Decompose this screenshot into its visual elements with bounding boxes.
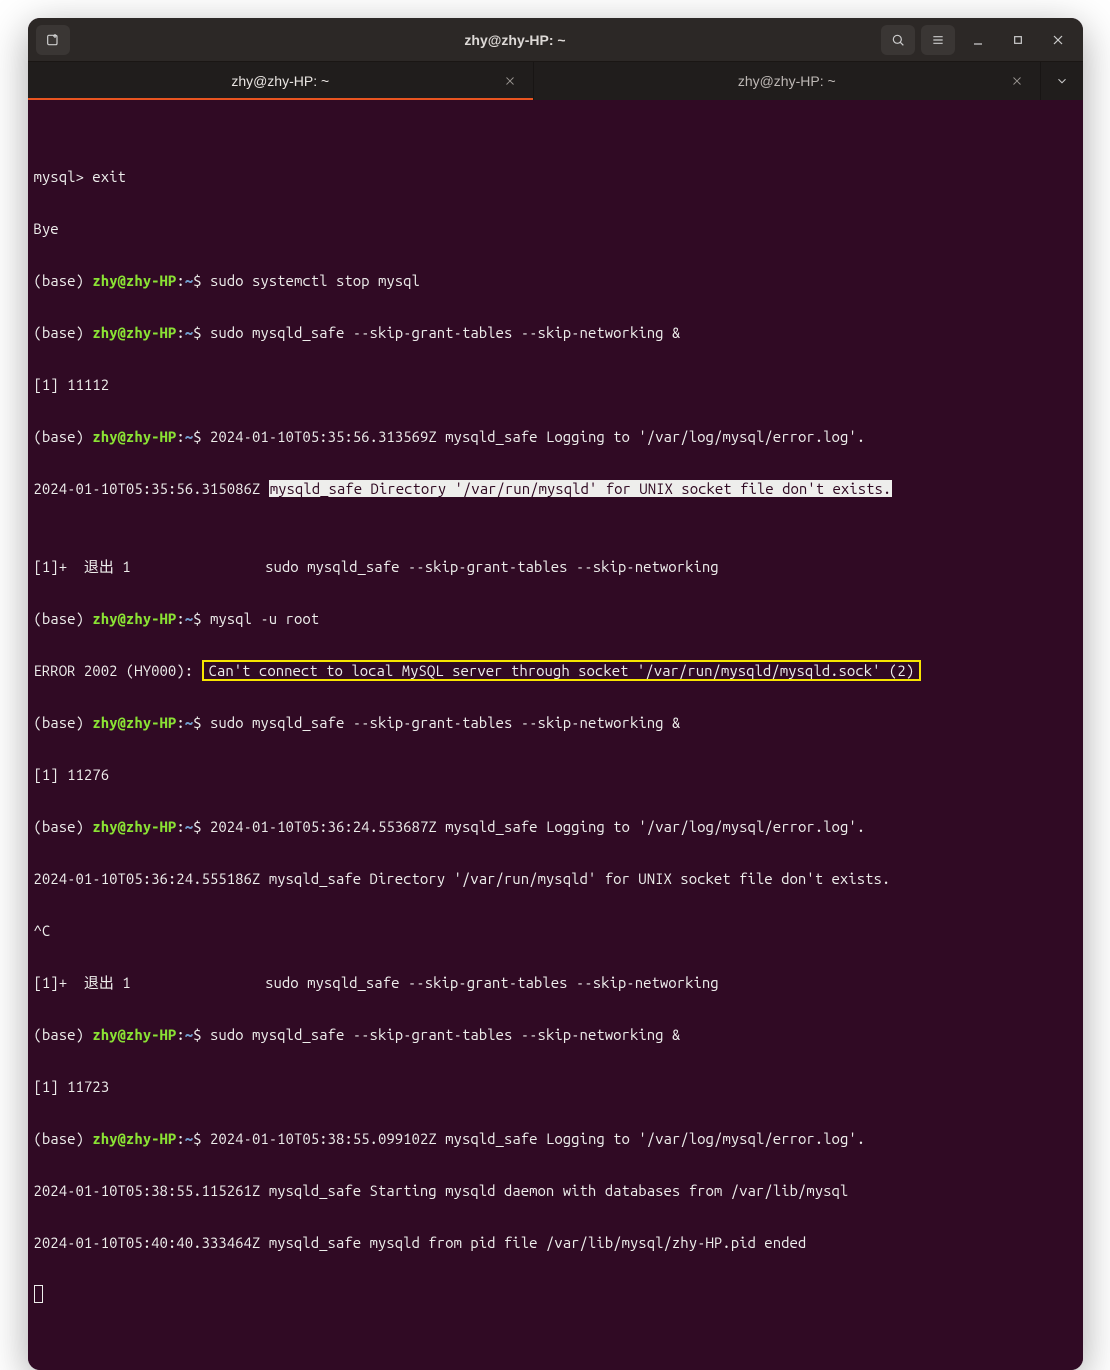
terminal-line: [1]+ 退出 1 sudo mysqld_safe --skip-grant-…	[34, 554, 1077, 580]
cursor	[34, 1285, 43, 1303]
terminal-line: ERROR 2002 (HY000): Can't connect to loc…	[34, 658, 1077, 684]
tab-close-button[interactable]	[1008, 72, 1026, 90]
terminal-line: 2024-01-10T05:40:40.333464Z mysqld_safe …	[34, 1230, 1077, 1256]
tabs-overflow-button[interactable]	[1041, 62, 1083, 100]
chevron-down-icon	[1055, 74, 1069, 88]
minimize-icon	[970, 32, 986, 48]
tab-bar: zhy@zhy-HP: ~ zhy@zhy-HP: ~	[28, 62, 1083, 100]
highlighted-error: Can't connect to local MySQL server thro…	[202, 660, 922, 681]
terminal-line: (base) zhy@zhy-HP:~$ 2024-01-10T05:35:56…	[34, 424, 1077, 450]
terminal-line: (base) zhy@zhy-HP:~$ 2024-01-10T05:36:24…	[34, 814, 1077, 840]
terminal-line: 2024-01-10T05:36:24.555186Z mysqld_safe …	[34, 866, 1077, 892]
new-tab-icon	[45, 32, 61, 48]
tab-label: zhy@zhy-HP: ~	[231, 73, 329, 89]
terminal-line: (base) zhy@zhy-HP:~$ sudo mysqld_safe --…	[34, 320, 1077, 346]
hamburger-icon	[930, 32, 946, 48]
terminal-line: (base) zhy@zhy-HP:~$ 2024-01-10T05:38:55…	[34, 1126, 1077, 1152]
terminal-line: (base) zhy@zhy-HP:~$ sudo systemctl stop…	[34, 268, 1077, 294]
terminal-line: (base) zhy@zhy-HP:~$ mysql -u root	[34, 606, 1077, 632]
terminal-line: [1] 11112	[34, 372, 1077, 398]
terminal-cursor-line	[34, 1282, 1077, 1308]
terminal-window: zhy@zhy-HP: ~ zhy@zhy-HP: ~	[28, 18, 1083, 1370]
maximize-button[interactable]	[1001, 25, 1035, 55]
minimize-button[interactable]	[961, 25, 995, 55]
titlebar: zhy@zhy-HP: ~	[28, 18, 1083, 62]
search-icon	[890, 32, 906, 48]
tab-label: zhy@zhy-HP: ~	[738, 73, 836, 89]
highlighted-text: mysqld_safe Directory '/var/run/mysqld' …	[269, 480, 893, 497]
new-tab-button[interactable]	[36, 25, 70, 55]
terminal-line: [1]+ 退出 1 sudo mysqld_safe --skip-grant-…	[34, 970, 1077, 996]
terminal-line: 2024-01-10T05:35:56.315086Z mysqld_safe …	[34, 476, 1077, 502]
terminal-line: [1] 11723	[34, 1074, 1077, 1100]
terminal-line: 2024-01-10T05:38:55.115261Z mysqld_safe …	[34, 1178, 1077, 1204]
search-button[interactable]	[881, 25, 915, 55]
window-title: zhy@zhy-HP: ~	[176, 32, 855, 48]
terminal-body[interactable]: mysql> exit Bye (base) zhy@zhy-HP:~$ sud…	[28, 100, 1083, 1370]
close-window-button[interactable]	[1041, 25, 1075, 55]
terminal-line: Bye	[34, 216, 1077, 242]
terminal-line: (base) zhy@zhy-HP:~$ sudo mysqld_safe --…	[34, 710, 1077, 736]
maximize-icon	[1010, 32, 1026, 48]
terminal-line: mysql> exit	[34, 164, 1077, 190]
terminal-line: (base) zhy@zhy-HP:~$ sudo mysqld_safe --…	[34, 1022, 1077, 1048]
close-icon	[1011, 75, 1023, 87]
tab-2[interactable]: zhy@zhy-HP: ~	[534, 62, 1041, 100]
tab-close-button[interactable]	[501, 72, 519, 90]
terminal-line: ^C	[34, 918, 1077, 944]
hamburger-menu-button[interactable]	[921, 25, 955, 55]
close-icon	[504, 75, 516, 87]
close-icon	[1050, 32, 1066, 48]
tab-1[interactable]: zhy@zhy-HP: ~	[28, 62, 535, 100]
